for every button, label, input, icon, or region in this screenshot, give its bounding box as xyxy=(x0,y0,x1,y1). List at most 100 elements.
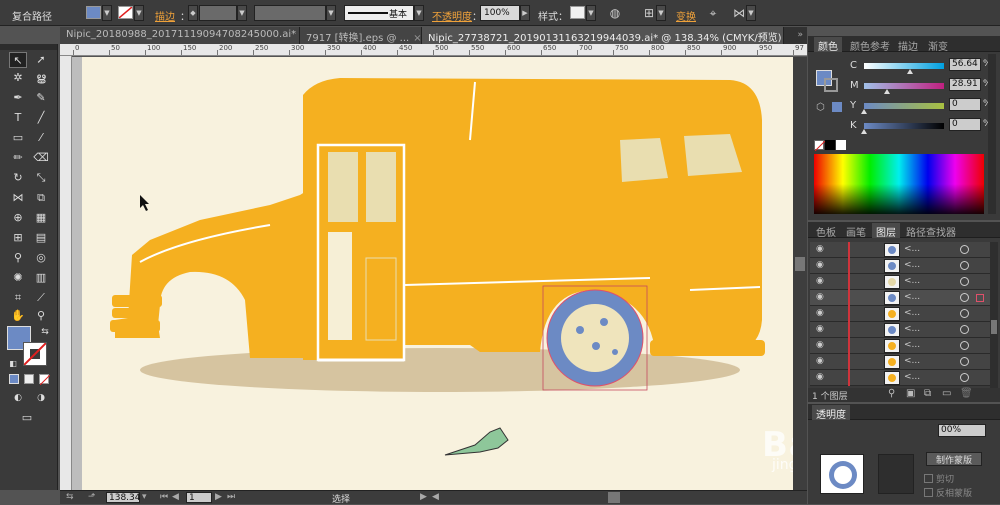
style-arrow[interactable]: ▼ xyxy=(586,5,596,21)
direct-selection-tool-icon[interactable]: ➚ xyxy=(32,52,50,68)
screen-mode-icon[interactable]: ▭ xyxy=(18,410,36,426)
perspective-grid-tool-icon[interactable]: ▦ xyxy=(32,210,50,226)
prev-page-icon[interactable]: ◀ xyxy=(172,492,179,502)
layer-row[interactable]: ◉ <... xyxy=(810,370,990,386)
gradient-mode-icon[interactable] xyxy=(24,374,34,384)
white-swatch[interactable] xyxy=(836,140,846,150)
blend-tool-icon[interactable]: ◎ xyxy=(32,250,50,266)
target-icon[interactable] xyxy=(960,341,969,350)
layer-row[interactable]: ◉ <... xyxy=(810,306,990,322)
gradient-tool-icon[interactable]: ▤ xyxy=(32,230,50,246)
pencil-tool-icon[interactable]: ✏ xyxy=(9,150,27,166)
isolate-icon[interactable]: ⌖ xyxy=(704,4,722,22)
selection-tool-icon[interactable]: ↖ xyxy=(9,52,27,68)
target-icon[interactable] xyxy=(960,277,969,286)
layer-name[interactable]: <... xyxy=(904,260,920,270)
shape-builder-tool-icon[interactable]: ⊕ xyxy=(9,210,27,226)
next-page-icon[interactable]: ▶ xyxy=(215,492,222,502)
channel-value-field[interactable]: 0 xyxy=(949,98,981,111)
slider-knob[interactable] xyxy=(884,89,891,94)
layer-name[interactable]: <... xyxy=(904,356,920,366)
target-icon[interactable] xyxy=(960,261,969,270)
layers-scrollbar[interactable] xyxy=(990,242,998,388)
opacity-label[interactable]: 不透明度 xyxy=(432,8,472,23)
target-icon[interactable] xyxy=(960,245,969,254)
tab-layers[interactable]: 图层 xyxy=(872,223,900,239)
layer-row[interactable]: ◉ <... xyxy=(810,290,990,306)
free-transform-tool-icon[interactable]: ⧉ xyxy=(32,190,50,206)
close-icon[interactable]: × xyxy=(413,33,421,44)
pen-tool-icon[interactable]: ✒ xyxy=(9,90,27,106)
target-icon[interactable] xyxy=(960,293,969,302)
stroke-weight-stepper[interactable]: ◆ xyxy=(188,5,198,21)
transform-label[interactable]: 变换 xyxy=(676,8,696,23)
stroke-dropdown-arrow[interactable]: ▼ xyxy=(134,5,144,21)
slice-tool-icon[interactable]: ⟋ xyxy=(32,290,50,306)
draw-mode-icon[interactable]: ◑ xyxy=(32,390,50,406)
invert-mask-checkbox[interactable] xyxy=(924,488,933,497)
object-thumbnail[interactable] xyxy=(820,454,864,494)
scroll-left-icon[interactable]: ◀ xyxy=(432,492,439,502)
channel-slider[interactable] xyxy=(864,83,944,89)
eye-icon[interactable]: ◉ xyxy=(816,324,824,334)
color-spectrum[interactable] xyxy=(814,154,984,214)
fill-dropdown-arrow[interactable]: ▼ xyxy=(102,5,112,21)
tab-document-active[interactable]: Nipic_27738721_20190131163219944039.ai* … xyxy=(422,27,784,44)
slider-knob[interactable] xyxy=(861,109,867,114)
page-field[interactable]: 1 xyxy=(186,492,212,503)
line-tool-icon[interactable]: ╱ xyxy=(32,110,50,126)
eye-icon[interactable]: ◉ xyxy=(816,340,824,350)
tab-color-guide[interactable]: 颜色参考 xyxy=(846,37,894,53)
clip-checkbox[interactable] xyxy=(924,474,933,483)
layer-name[interactable]: <... xyxy=(904,372,920,382)
target-icon[interactable] xyxy=(960,309,969,318)
channel-slider[interactable] xyxy=(864,123,944,129)
target-icon[interactable] xyxy=(960,325,969,334)
width-tool-icon[interactable]: ⋈ xyxy=(9,190,27,206)
layer-row[interactable]: ◉ <... xyxy=(810,322,990,338)
selected-indicator[interactable] xyxy=(976,294,984,302)
stroke-color-box[interactable] xyxy=(23,342,47,366)
recolor-icon[interactable]: ◍ xyxy=(606,4,624,22)
layer-name[interactable]: <... xyxy=(904,244,920,254)
transparency-opacity-field[interactable]: 00% xyxy=(938,424,986,437)
target-icon[interactable] xyxy=(960,373,969,382)
bus-artwork[interactable] xyxy=(82,57,793,490)
clipping-mask-icon[interactable]: ▣ xyxy=(906,388,915,399)
layer-row[interactable]: ◉ <... xyxy=(810,338,990,354)
eye-icon[interactable]: ◉ xyxy=(816,244,824,254)
tab-document-2[interactable]: 7917 [转换].eps @ ... × xyxy=(300,27,422,44)
graphic-style-swatch[interactable] xyxy=(570,6,585,19)
tab-stroke[interactable]: 描边 xyxy=(894,37,922,53)
status-menu-icon[interactable]: ▶ xyxy=(420,492,427,502)
opacity-field[interactable]: 100% xyxy=(480,5,520,21)
layer-row[interactable]: ◉ <... xyxy=(810,354,990,370)
magic-wand-tool-icon[interactable]: ✲ xyxy=(9,70,27,86)
layer-name[interactable]: <... xyxy=(904,324,920,334)
type-tool-icon[interactable]: T xyxy=(9,110,27,126)
color-panel-scrollbar[interactable] xyxy=(988,54,996,214)
zoom-field[interactable]: 138.34 xyxy=(106,492,141,503)
new-sublayer-icon[interactable]: ⧉ xyxy=(924,388,931,399)
align-arrow[interactable]: ▼ xyxy=(656,5,666,21)
layer-row[interactable]: ◉ <... xyxy=(810,274,990,290)
tab-brushes[interactable]: 画笔 xyxy=(842,223,870,239)
none-mode-icon[interactable] xyxy=(39,374,51,386)
tab-document-1[interactable]: Nipic_20180988_20171119094708245000.ai*× xyxy=(60,27,300,44)
scale-tool-icon[interactable]: ⤡ xyxy=(32,170,50,186)
stroke-swatch[interactable] xyxy=(118,6,133,19)
eye-icon[interactable]: ◉ xyxy=(816,276,824,286)
eye-icon[interactable]: ◉ xyxy=(816,356,824,366)
hand-tool-icon[interactable]: ✋ xyxy=(9,308,27,324)
stroke-label[interactable]: 描边 xyxy=(155,8,175,23)
delete-layer-icon[interactable]: 🗑 xyxy=(960,388,973,399)
arrange-arrow[interactable]: ▼ xyxy=(746,5,756,21)
artboard-tool-icon[interactable]: ⌗ xyxy=(9,290,27,306)
curvature-tool-icon[interactable]: ✎ xyxy=(32,90,50,106)
tab-color[interactable]: 颜色 xyxy=(814,37,842,53)
rotate-tool-icon[interactable]: ↻ xyxy=(9,170,27,186)
tab-pathfinder[interactable]: 路径查找器 xyxy=(902,223,960,239)
opacity-arrow[interactable]: ▶ xyxy=(520,5,530,21)
scrollbar-thumb[interactable] xyxy=(795,257,805,271)
column-graph-tool-icon[interactable]: ▥ xyxy=(32,270,50,286)
